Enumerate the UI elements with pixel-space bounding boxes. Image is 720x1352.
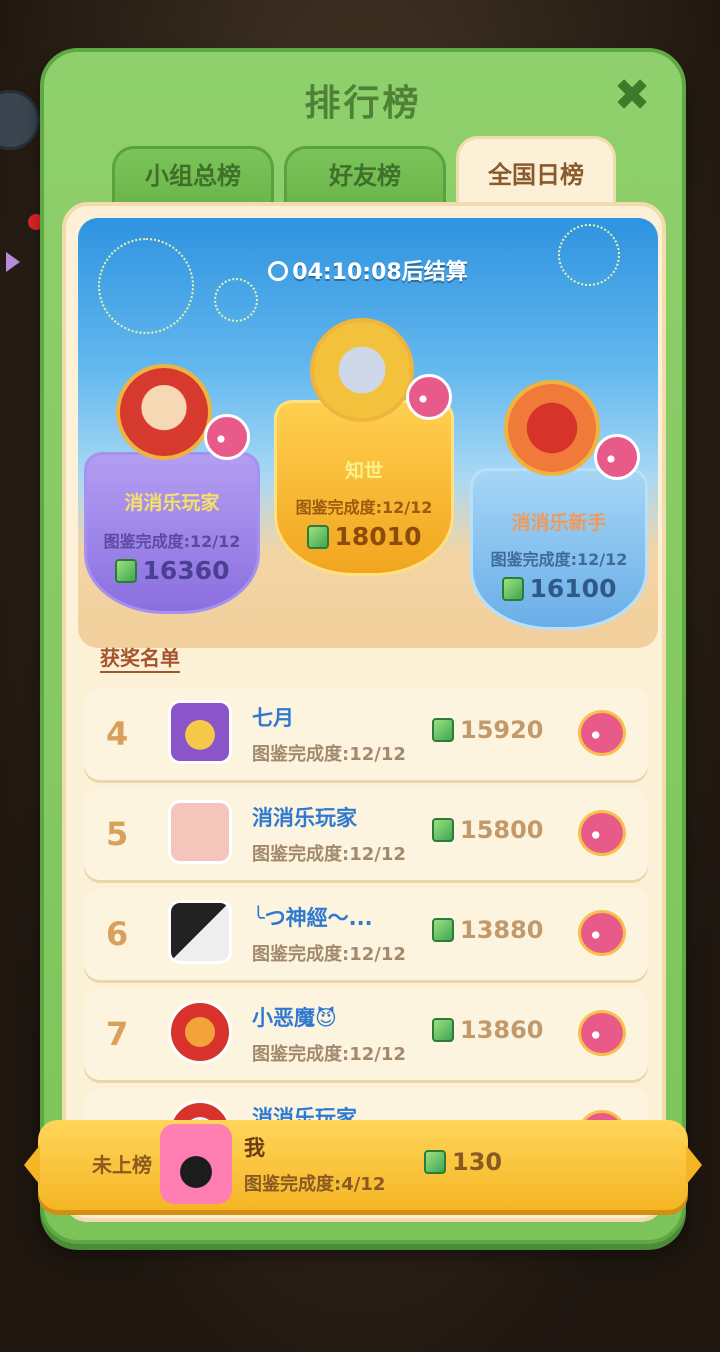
rank-number: 5 (106, 815, 129, 853)
podium-third[interactable]: 消消乐新手 图鉴完成度:12/12 16100 (470, 380, 648, 630)
player-score: 15920 (432, 716, 544, 744)
avatar (116, 364, 212, 460)
podium-second[interactable]: 消消乐玩家 图鉴完成度:12/12 16360 (84, 364, 260, 614)
podium-name: 消消乐玩家 (124, 492, 220, 514)
list-item[interactable]: 4 七月 图鉴完成度:12/12 15920 (84, 688, 648, 780)
avatar (168, 900, 232, 964)
gem-icon (424, 1150, 446, 1174)
podium-first[interactable]: 知世 图鉴完成度:12/12 18010 (274, 318, 454, 576)
player-name: 七月 (252, 706, 294, 730)
firework-icon (98, 238, 194, 334)
gem-icon (432, 918, 454, 942)
gem-icon (432, 1018, 454, 1042)
player-name: 消消乐玩家 (252, 806, 357, 830)
player-score: 15800 (432, 816, 544, 844)
avatar (168, 700, 232, 764)
leaderboard-content: 04:10:08后结算 消消乐玩家 图鉴完成度:12/12 16360 知世 图… (62, 202, 666, 1222)
owl-badge-icon (578, 710, 626, 756)
close-icon[interactable]: ✖ (612, 74, 652, 118)
leaderboard-panel: 排行榜 ✖ 小组总榜 好友榜 全国日榜 04:10:08后结算 消消乐玩家 图鉴… (40, 48, 686, 1244)
podium-score: 16100 (470, 574, 648, 603)
player-progress: 图鉴完成度:12/12 (252, 844, 406, 865)
tab-friends[interactable]: 好友榜 (284, 146, 446, 206)
player-name: ╰つ神經～... (252, 906, 373, 930)
player-progress: 图鉴完成度:12/12 (252, 744, 406, 765)
list-item[interactable]: 6 ╰つ神經～... 图鉴完成度:12/12 13880 (84, 888, 648, 980)
podium-progress: 图鉴完成度:12/12 (103, 532, 241, 551)
ranking-list[interactable]: 4 七月 图鉴完成度:12/12 15920 5 消消乐玩家 图鉴完成度:12/… (84, 688, 648, 1128)
owl-badge-icon (578, 1010, 626, 1056)
award-list-label[interactable]: 获奖名单 (100, 642, 180, 671)
side-arrow-icon (6, 252, 20, 272)
player-progress: 图鉴完成度:12/12 (252, 1044, 406, 1065)
my-avatar (160, 1124, 232, 1204)
my-rank-status: 未上榜 (92, 1153, 152, 1177)
owl-badge-icon (578, 810, 626, 856)
owl-badge-icon (406, 374, 452, 420)
gem-icon (432, 718, 454, 742)
settlement-timer: 04:10:08后结算 (78, 254, 658, 286)
owl-badge-icon (578, 910, 626, 956)
panel-title: 排行榜 (304, 83, 422, 124)
avatar (168, 800, 232, 864)
list-item[interactable]: 5 消消乐玩家 图鉴完成度:12/12 15800 (84, 788, 648, 880)
player-score: 13860 (432, 1016, 544, 1044)
clock-icon (268, 261, 289, 281)
player-name: 小恶魔😈 (252, 1006, 337, 1030)
podium-stage: 04:10:08后结算 消消乐玩家 图鉴完成度:12/12 16360 知世 图… (78, 218, 658, 648)
timer-text: 04:10:08后结算 (292, 260, 468, 285)
my-progress: 图鉴完成度:4/12 (244, 1174, 386, 1195)
podium-score: 18010 (274, 522, 454, 551)
my-score: 130 (424, 1148, 502, 1176)
rank-number: 7 (106, 1015, 129, 1053)
podium-progress: 图鉴完成度:12/12 (295, 498, 433, 517)
gem-icon (114, 559, 137, 583)
podium-name: 知世 (344, 460, 383, 482)
avatar (310, 318, 414, 422)
avatar (504, 380, 600, 476)
my-rank-bar[interactable]: 未上榜 我 图鉴完成度:4/12 130 (24, 1120, 702, 1210)
podium-progress: 图鉴完成度:12/12 (490, 550, 628, 569)
rank-number: 4 (106, 715, 129, 753)
podium-score: 16360 (84, 556, 260, 585)
tab-national-daily[interactable]: 全国日榜 (456, 136, 616, 208)
list-item[interactable]: 7 小恶魔😈 图鉴完成度:12/12 13860 (84, 988, 648, 1080)
my-name: 我 (244, 1136, 265, 1160)
gem-icon (432, 818, 454, 842)
player-score: 13880 (432, 916, 544, 944)
gem-icon (306, 525, 329, 549)
avatar (168, 1000, 232, 1064)
rank-number: 6 (106, 915, 129, 953)
owl-badge-icon (594, 434, 640, 480)
gem-icon (501, 577, 524, 601)
podium-name: 消消乐新手 (511, 512, 607, 534)
tab-group-total[interactable]: 小组总榜 (112, 146, 274, 206)
player-progress: 图鉴完成度:12/12 (252, 944, 406, 965)
owl-badge-icon (204, 414, 250, 460)
